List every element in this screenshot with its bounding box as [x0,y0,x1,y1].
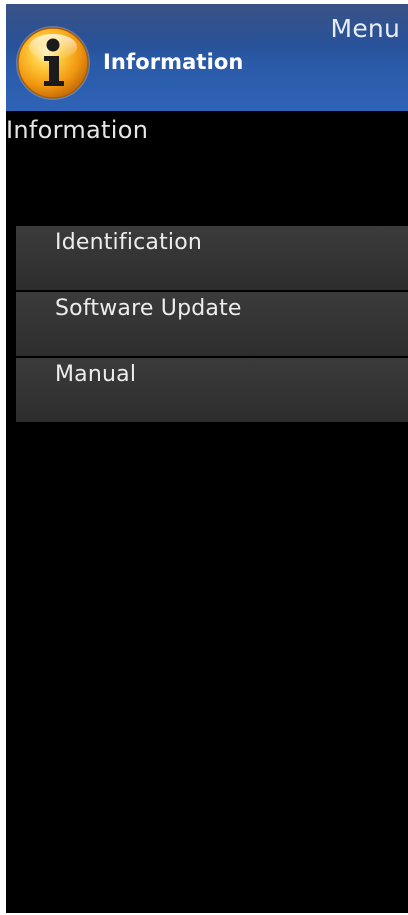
menu-header: Menu Information [6,4,408,111]
menu-item-label: Software Update [55,296,242,321]
menu-list: Identification Software Update Manual [16,226,408,424]
menu-panel: Menu Information Information Identificat… [6,4,408,913]
menu-item-label: Manual [55,362,137,387]
menu-item-label: Identification [55,230,203,255]
menu-item-software-update[interactable]: Software Update [16,292,408,356]
info-circle-icon [16,26,90,100]
section-title: Information [6,116,149,144]
menu-item-manual[interactable]: Manual [16,358,408,422]
menu-item-identification[interactable]: Identification [16,226,408,290]
screen: Menu Information Information Identificat… [0,0,408,915]
menu-label: Menu [330,14,400,43]
header-title: Information [103,50,244,74]
